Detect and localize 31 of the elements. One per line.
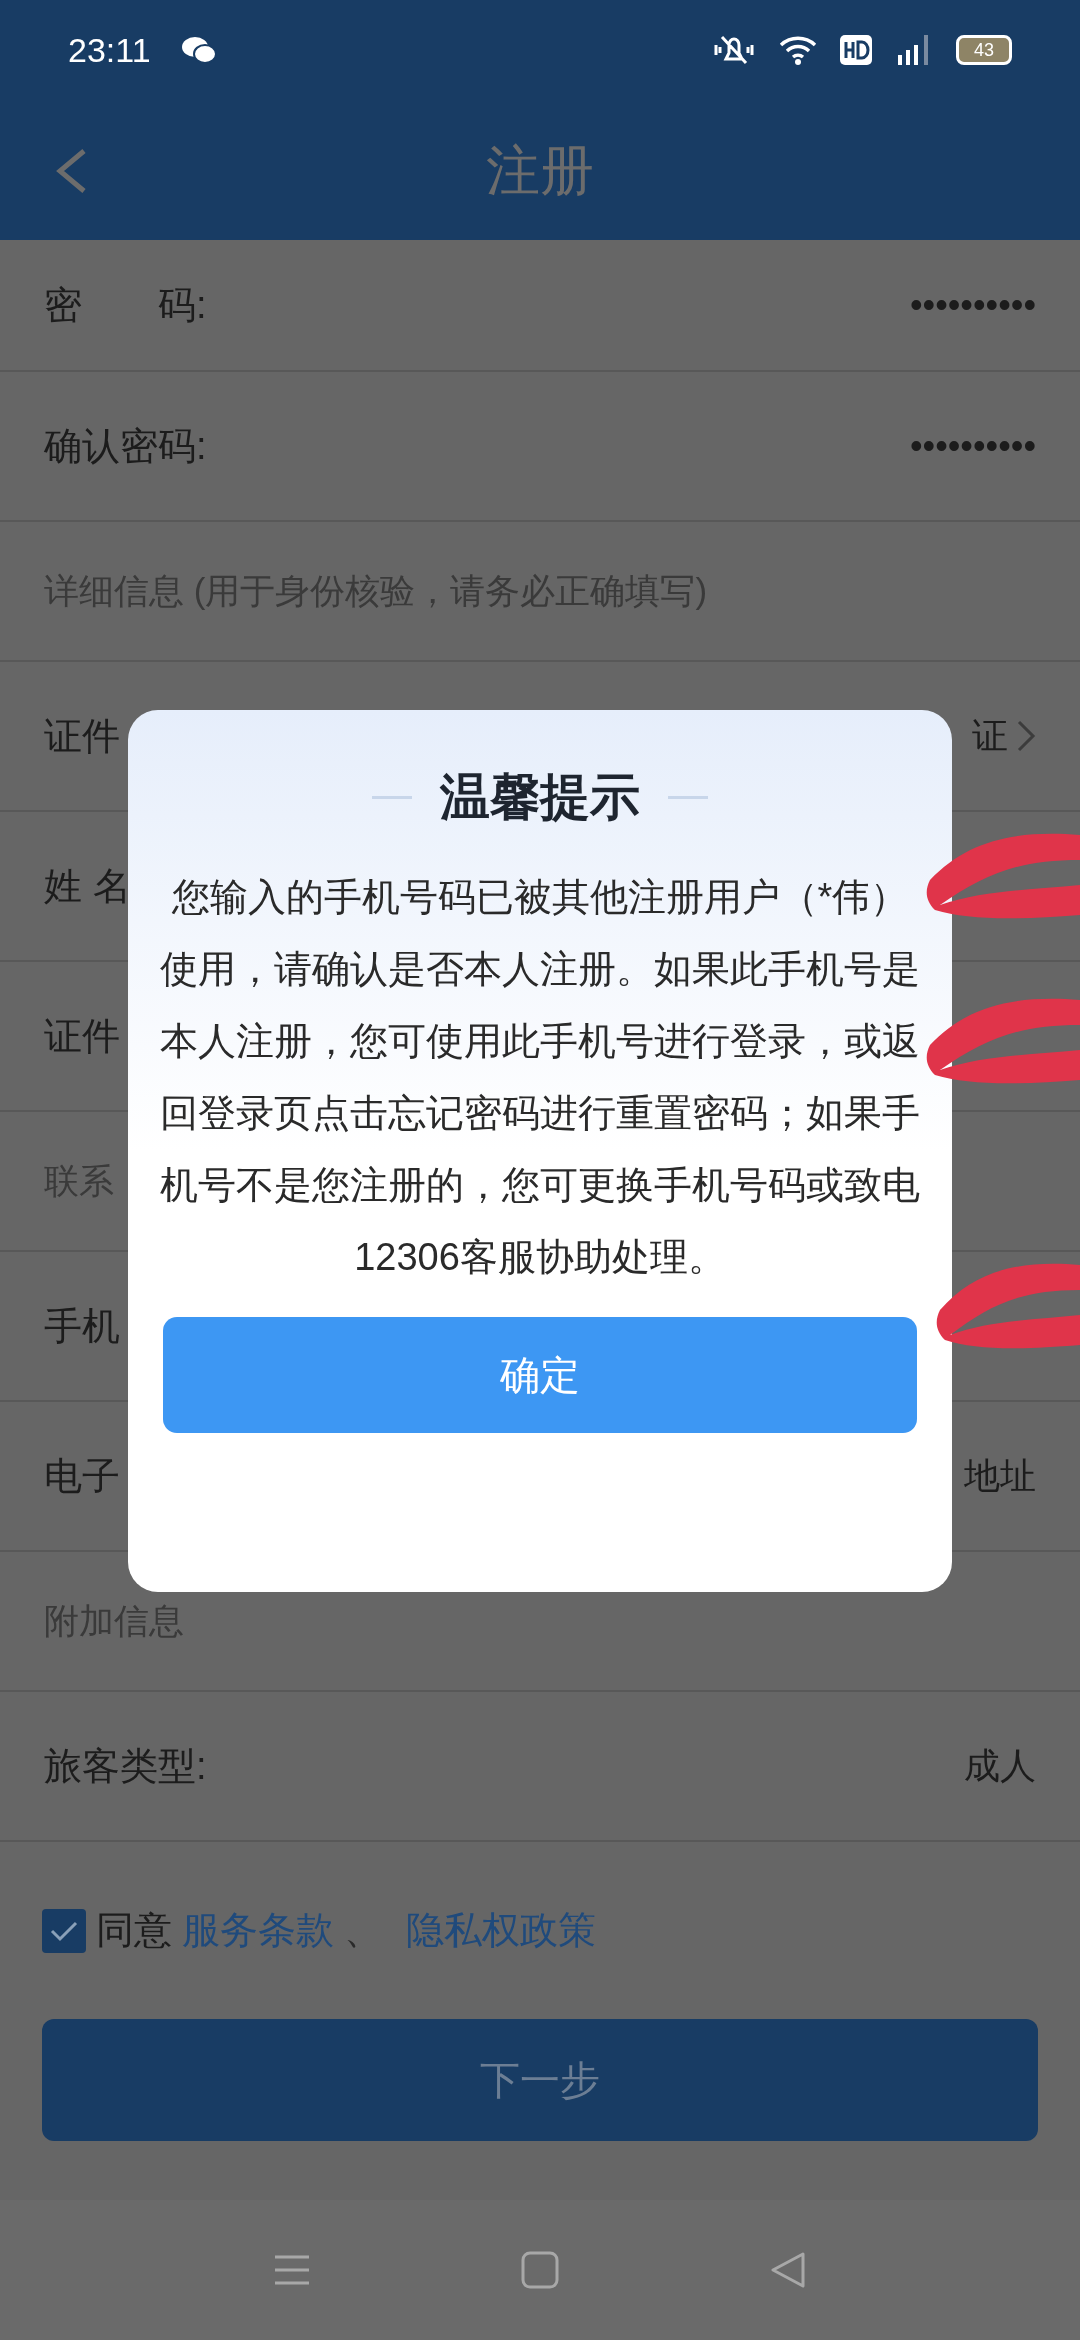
field-value: •••••••••• (909, 283, 1036, 327)
field-label: 旅客类型: (44, 1743, 207, 1789)
hd-icon (840, 35, 872, 65)
field-label: 确认密码: (44, 423, 207, 469)
agree-checkbox[interactable] (42, 1908, 86, 1953)
agree-label: 同意 (96, 1908, 172, 1953)
field-value: •••••••••• (909, 424, 1036, 468)
policy-link[interactable]: 服务条款 (182, 1902, 334, 1959)
field-label: 证件 (44, 1013, 120, 1059)
back-triangle-icon[interactable] (769, 2251, 807, 2289)
field-label: 电子 (44, 1453, 120, 1499)
dialog-message: 您输入的手机号码已被其他注册用户（*伟）使用，请确认是否本人注册。如果此手机号是本人注册，您可使用此手机号进行登录，或返回登录页点击忘记密码进行重置密码；如果手机号不是您注册的，您可更换手机号码或致电12306客服协助处理。 (159, 875, 921, 1280)
confirm-button[interactable]: 确定 (163, 1317, 917, 1433)
field-label: 证件 (44, 713, 120, 759)
wifi-icon (778, 34, 818, 66)
field-label: 密 码: (44, 282, 207, 328)
page-title: 注册 (486, 138, 594, 202)
next-step-button[interactable]: 下一步 (42, 2019, 1038, 2141)
field-label: 姓 名 (44, 863, 131, 909)
status-time: 23:11 (68, 29, 151, 71)
dialog-title: 温馨提示 (440, 768, 640, 827)
separator: 、 (344, 1908, 382, 1953)
field-value: 证 (972, 714, 1008, 758)
field-value: 地址 (964, 1454, 1036, 1498)
chat-app-icon (180, 35, 217, 65)
battery-percent: 43 (974, 41, 994, 59)
mute-bell-icon (712, 33, 756, 67)
field-label: 手机 (44, 1303, 120, 1349)
policy-link[interactable]: 隐私权政策 (406, 1902, 596, 1959)
home-square-icon[interactable] (521, 2251, 559, 2289)
field-value: 成人 (964, 1744, 1036, 1788)
